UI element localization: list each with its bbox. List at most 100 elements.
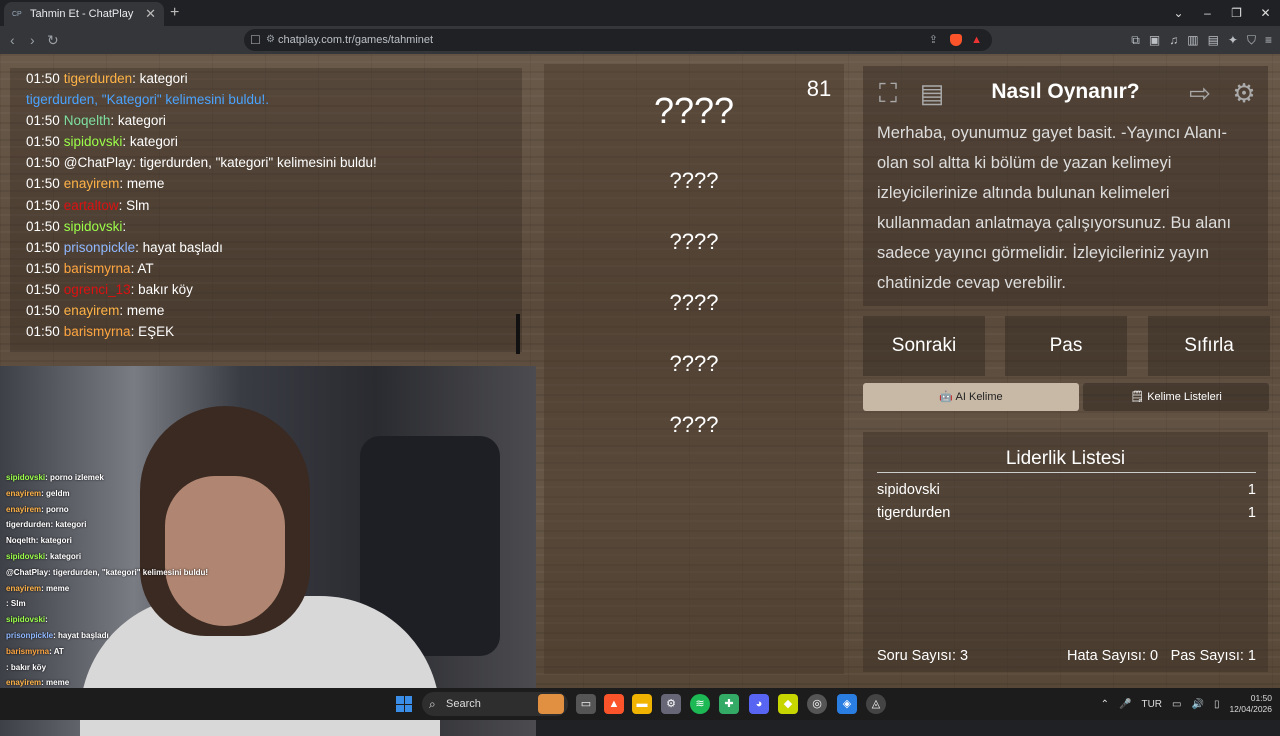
- volume-icon[interactable]: 🔊: [1191, 699, 1203, 710]
- brave-shield-icon[interactable]: [950, 34, 962, 46]
- tab-search-icon[interactable]: ⌄: [1164, 0, 1193, 26]
- chat-scrollbar[interactable]: [516, 314, 520, 354]
- back-icon[interactable]: ‹: [10, 26, 15, 54]
- sidebar-icon[interactable]: ▥: [1187, 26, 1198, 54]
- chat-text: : meme: [119, 303, 165, 319]
- overlay-chat-message: enayirem: geldm: [0, 486, 260, 502]
- weather-widget-icon[interactable]: [538, 694, 564, 714]
- chat-text: :: [122, 218, 127, 234]
- forbidden-word: ????: [669, 412, 719, 437]
- leaderboard-panel: Liderlik Listesi sipidovski 1 tigerdurde…: [863, 432, 1268, 672]
- brave-rewards-icon[interactable]: ▲: [971, 29, 982, 51]
- chat-user: enayirem: [63, 176, 120, 192]
- system-tray: ⌃ 🎤 TUR ▭ 🔊 ▯ 01:50 12/04/2026: [1101, 688, 1272, 720]
- brave-browser-icon[interactable]: ▲: [604, 694, 624, 714]
- main-word: ????: [653, 90, 735, 131]
- reload-icon[interactable]: ↻: [47, 26, 59, 54]
- ai-word-button[interactable]: 🤖 AI Kelime: [863, 383, 1079, 411]
- address-bar[interactable]: ☐ ⚙ chatplay.com.tr/games/tahminet ⇪ ▲: [244, 29, 992, 51]
- chat-message: 01:50 prisonpickle: hayat başladı: [26, 237, 522, 258]
- reset-button[interactable]: Sıfırla: [1148, 316, 1270, 376]
- minimize-icon[interactable]: –: [1193, 0, 1222, 26]
- mic-icon[interactable]: 🎤: [1119, 699, 1131, 710]
- overlay-chat-text: : kategori: [50, 520, 87, 530]
- tray-chevron-icon[interactable]: ⌃: [1101, 699, 1109, 710]
- vpn-icon[interactable]: ⛉: [1247, 26, 1256, 54]
- chat-message: 01:50 tigerdurden: kategori: [26, 68, 522, 89]
- overlay-chat-message: Noqelth: kategori: [0, 533, 260, 549]
- chat-text: : EŞEK: [130, 324, 175, 340]
- overlay-chat-message: : Slm: [0, 596, 260, 612]
- exit-icon[interactable]: ⇨: [1183, 78, 1217, 108]
- tab-title: Tahmin Et - ChatPlay: [30, 8, 134, 20]
- error-count: Hata Sayısı: 0: [1067, 648, 1159, 664]
- ai-icon[interactable]: ✦: [1228, 26, 1238, 54]
- clock-date: 12/04/2026: [1229, 704, 1272, 714]
- close-window-icon[interactable]: ✕: [1251, 0, 1280, 26]
- settings-icon[interactable]: ⚙: [661, 694, 681, 714]
- leaderboard-row: tigerdurden 1: [877, 505, 1256, 521]
- how-to-play-text: Merhaba, oyunumuz gayet basit. -Yayıncı …: [877, 124, 1232, 292]
- music-icon[interactable]: ♫: [1169, 26, 1178, 54]
- tab-bar: CP Tahmin Et - ChatPlay ✕ + ⌄ – ❐ ✕: [0, 0, 1280, 26]
- next-button[interactable]: Sonraki: [863, 316, 985, 376]
- overlay-chat-user: sipidovski: [6, 551, 46, 561]
- word-lists-label: Kelime Listeleri: [1147, 391, 1222, 403]
- language-indicator[interactable]: TUR: [1141, 699, 1162, 710]
- app-icon[interactable]: ◬: [866, 694, 886, 714]
- taskbar: ⌕ Search ▭ ▲ ▬ ⚙ ≋ ✚ ◕ ◆ ◎ ◈ ◬ ⌃ 🎤 TUR ▭…: [0, 688, 1280, 720]
- app-icon[interactable]: ◈: [837, 694, 857, 714]
- word-lists-button[interactable]: 🗒 Kelime Listeleri: [1083, 383, 1269, 411]
- overlay-chat-user: tigerdurden: [6, 520, 51, 530]
- chat-message: 01:50 sipidovski:: [26, 216, 522, 237]
- clock[interactable]: 01:50 12/04/2026: [1229, 693, 1272, 715]
- file-explorer-icon[interactable]: ▬: [632, 694, 652, 714]
- tab-close-icon[interactable]: ✕: [145, 2, 156, 26]
- forbidden-word: ????: [669, 229, 719, 254]
- network-icon[interactable]: ▭: [1172, 699, 1181, 710]
- settings-gear-icon[interactable]: ⚙: [1227, 78, 1261, 108]
- forbidden-word: ????: [669, 290, 719, 315]
- clock-time: 01:50: [1250, 693, 1272, 703]
- extension-icon[interactable]: ⧉: [1131, 26, 1140, 54]
- chat-time: 01:50: [26, 176, 60, 192]
- forward-icon[interactable]: ›: [30, 26, 35, 54]
- chat-message: 01:50 sipidovski: kategori: [26, 131, 522, 152]
- chat-user: ogrenci_13: [63, 281, 131, 297]
- maximize-icon[interactable]: ❐: [1222, 0, 1251, 26]
- battery-icon[interactable]: ▯: [1214, 699, 1220, 710]
- browser-toolbar: ‹ › ↻ ☐ ⚙ chatplay.com.tr/games/tahminet…: [0, 26, 1280, 54]
- menu-icon[interactable]: ≡: [1265, 26, 1272, 54]
- app-icon[interactable]: ◆: [778, 694, 798, 714]
- tab-active[interactable]: CP Tahmin Et - ChatPlay ✕: [4, 2, 164, 26]
- pass-count: Pas Sayısı: 1: [1170, 648, 1256, 664]
- windows-start-icon[interactable]: [396, 696, 412, 712]
- chat-text: : kategori: [110, 113, 166, 129]
- overlay-chat-text: : kategori: [45, 551, 82, 561]
- discord-icon[interactable]: ◕: [749, 694, 769, 714]
- notepad-icon: 🗒: [1130, 391, 1148, 403]
- window-controls: ⌄ – ❐ ✕: [1164, 0, 1280, 26]
- overlay-chat-message: sipidovski:: [0, 612, 260, 628]
- spotify-icon[interactable]: ≋: [690, 694, 710, 714]
- wallet-icon[interactable]: ▤: [1208, 26, 1219, 54]
- overlay-chat-text: :: [45, 615, 48, 625]
- pass-button[interactable]: Pas: [1005, 316, 1127, 376]
- overlay-chat-message: : bakır köy: [0, 660, 260, 676]
- chat-user: prisonpickle: [63, 239, 136, 255]
- overlay-chat-text: : hayat başladı: [53, 630, 109, 640]
- overlay-chat-message: prisonpickle: hayat başladı: [0, 628, 260, 644]
- chat-text: : AT: [130, 260, 154, 276]
- site-info-icon[interactable]: ⚙: [266, 29, 275, 51]
- app-icon[interactable]: ✚: [719, 694, 739, 714]
- obs-icon[interactable]: ◎: [807, 694, 827, 714]
- bookmark-icon[interactable]: ☐: [250, 29, 261, 51]
- search-label: Search: [446, 698, 481, 710]
- screenshot-icon[interactable]: ▣: [1149, 26, 1160, 54]
- game-area: 01:50 tigerdurden: kategori tigerdurden, "…: [0, 54, 1280, 736]
- overlay-chat-text: : AT: [49, 646, 64, 656]
- chat-time: 01:50: [26, 281, 60, 297]
- share-icon[interactable]: ⇪: [929, 29, 938, 51]
- task-view-icon[interactable]: ▭: [576, 694, 596, 714]
- new-tab-icon[interactable]: +: [170, 2, 179, 24]
